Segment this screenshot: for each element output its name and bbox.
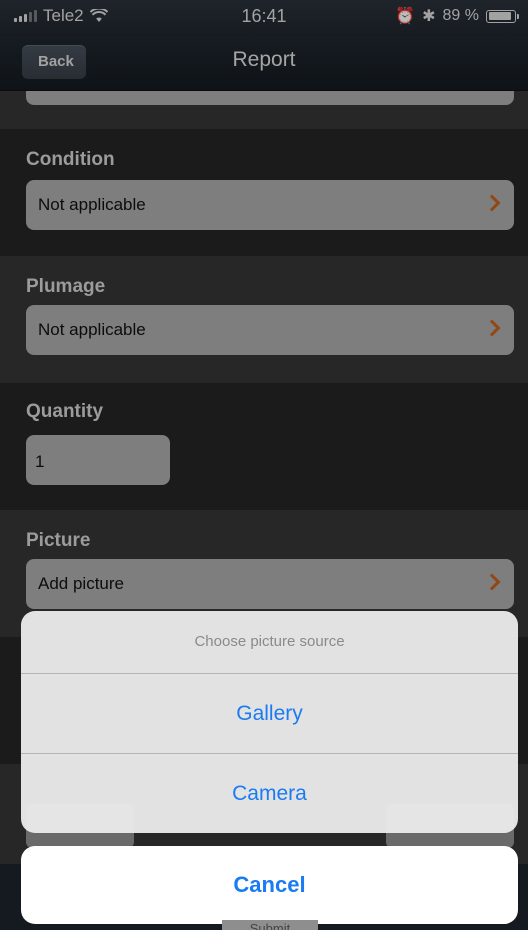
- gallery-option[interactable]: Gallery: [21, 674, 518, 753]
- screen: Condition Not applicable Plumage Not app…: [0, 0, 528, 930]
- submit-button[interactable]: Submit: [222, 920, 318, 930]
- picture-source-action-sheet: Choose picture source Gallery Camera: [21, 611, 518, 833]
- camera-option[interactable]: Camera: [21, 753, 518, 833]
- cancel-button[interactable]: Cancel: [21, 846, 518, 924]
- action-sheet-title: Choose picture source: [21, 611, 518, 674]
